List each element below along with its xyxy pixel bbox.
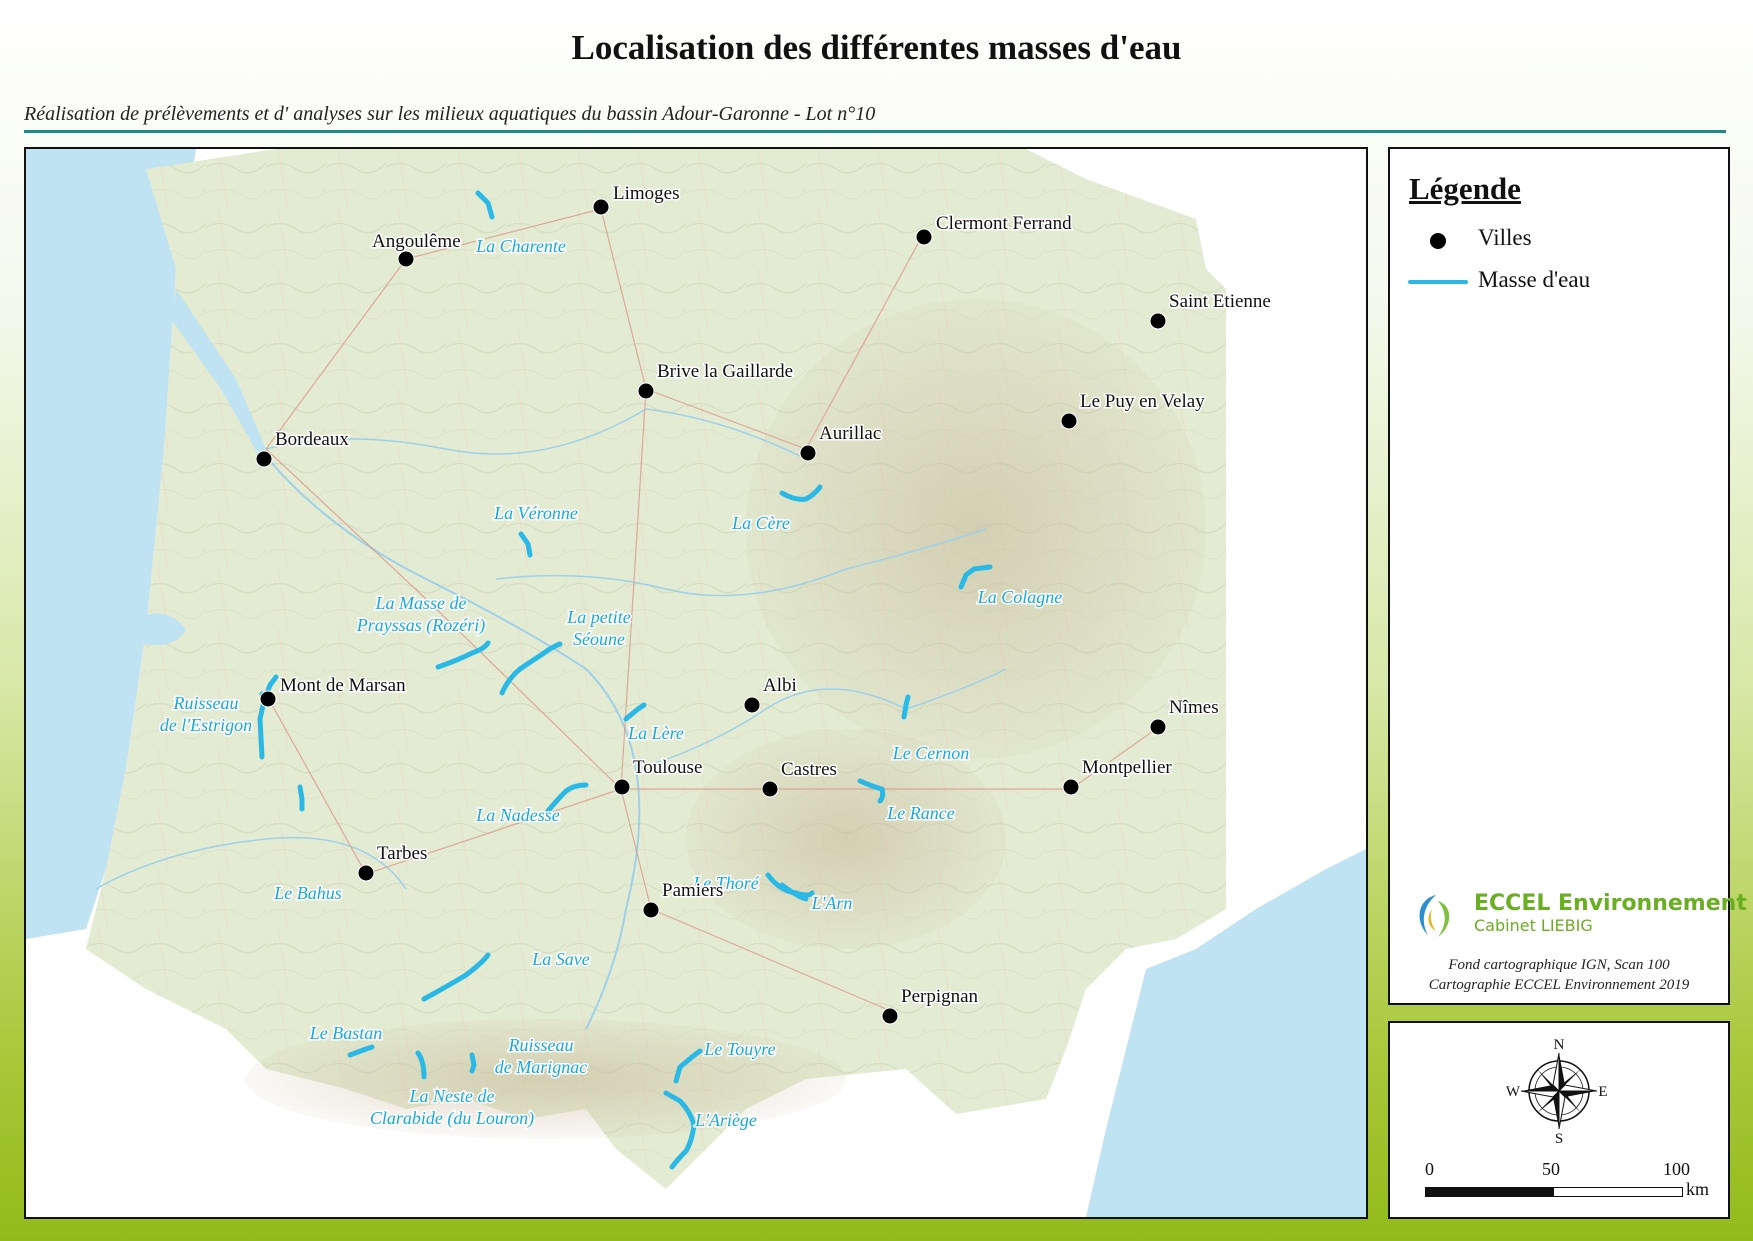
city-label-limoges: Limoges [613, 183, 680, 204]
water-body-label-la-cere: La Cère [731, 513, 790, 533]
water-body-label-l-arn: L'Arn [811, 893, 853, 913]
city-marker-toulouse [613, 778, 631, 796]
city-label-perpignan: Perpignan [901, 986, 979, 1007]
water-body-label-le-bastan: Le Bastan [309, 1023, 383, 1043]
city-label-montpellier: Montpellier [1082, 757, 1172, 778]
title-divider [24, 130, 1726, 133]
water-body-label-la-charente: La Charente [475, 236, 566, 256]
compass-west-label: W [1506, 1084, 1521, 1100]
water-body-label-l-ariege: L'Ariège [694, 1110, 757, 1130]
water-body-label-le-touyre: Le Touyre [703, 1039, 775, 1059]
compass-east-label: E [1598, 1084, 1607, 1100]
water-body-label-la-lere: La Lère [627, 723, 684, 743]
city-marker-brive-la-gaillarde [637, 382, 655, 400]
scale-label-0: 0 [1425, 1159, 1434, 1179]
credits-line-2: Cartographie ECCEL Environnement 2019 [1428, 977, 1690, 993]
city-label-le-puy-en-velay: Le Puy en Velay [1080, 391, 1205, 412]
city-marker-clermont-ferrand [915, 228, 933, 246]
city-marker-le-puy-en-velay [1060, 412, 1078, 430]
city-label-castres: Castres [781, 759, 837, 780]
map-title: Localisation des différentes masses d'ea… [571, 28, 1182, 67]
scale-unit: km [1686, 1179, 1710, 1199]
scale-label-50: 50 [1542, 1159, 1560, 1179]
city-marker-limoges [592, 198, 610, 216]
compass-north-label: N [1554, 1037, 1565, 1053]
legend-title: Légende [1409, 171, 1521, 206]
water-body-label-la-masse-de-prayssas-rozeri: La Masse de Prayssas (Rozéri) [356, 593, 486, 636]
city-label-angouleme: Angoulême [372, 231, 461, 252]
legend-water-label: Masse d'eau [1478, 267, 1591, 292]
city-marker-perpignan [881, 1007, 899, 1025]
compass-scale-panel: N S E W 0 50 100 km [1388, 1021, 1730, 1219]
city-marker-tarbes [357, 864, 375, 882]
legend-water-symbol [1408, 280, 1468, 284]
city-marker-montpellier [1062, 778, 1080, 796]
legend-cities-label: Villes [1478, 225, 1532, 250]
city-marker-nimes [1149, 718, 1167, 736]
water-body-label-la-veronne: La Véronne [493, 503, 578, 523]
city-label-tarbes: Tarbes [377, 843, 427, 864]
city-marker-angouleme [397, 250, 415, 268]
legend-panel: Légende Villes Masse d'eau ECCEL Environ… [1388, 147, 1747, 1005]
water-body-label-la-save: La Save [531, 949, 590, 969]
logo-subtitle: Cabinet LIEBIG [1474, 916, 1593, 935]
city-label-aurillac: Aurillac [819, 423, 881, 444]
scale-bar [1425, 1187, 1683, 1197]
city-label-clermont-ferrand: Clermont Ferrand [936, 213, 1072, 234]
city-label-nimes: Nîmes [1169, 697, 1219, 718]
compass-south-label: S [1555, 1131, 1563, 1147]
city-label-pamiers: Pamiers [662, 880, 723, 901]
compass-rose-icon: N S E W [1506, 1037, 1608, 1147]
map-subtitle: Réalisation de prélèvements et d' analys… [24, 103, 876, 125]
map-panel[interactable]: La Charente La Véronne La Cère La Colagne La… [24, 147, 1368, 1219]
city-label-toulouse: Toulouse [633, 757, 702, 778]
city-label-albi: Albi [763, 675, 797, 696]
city-marker-albi [743, 696, 761, 714]
water-body-label-le-rance: Le Rance [886, 803, 954, 823]
city-marker-bordeaux [255, 450, 273, 468]
eccel-logo: ECCEL Environnement Cabinet LIEBIG [1408, 891, 1747, 941]
city-label-bordeaux: Bordeaux [275, 429, 349, 450]
water-body-label-le-cernon: Le Cernon [892, 743, 970, 763]
city-label-mont-de-marsan: Mont de Marsan [280, 675, 406, 696]
water-body-label-la-colagne: La Colagne [977, 587, 1063, 607]
water-body-label-le-bahus: Le Bahus [273, 883, 342, 903]
map-canvas[interactable]: La Charente La Véronne La Cère La Colagne La… [26, 149, 1366, 1217]
eccel-logo-mark [1419, 895, 1450, 937]
city-label-brive-la-gaillarde: Brive la Gaillarde [657, 361, 793, 382]
city-marker-saint-etienne [1149, 312, 1167, 330]
logo-company-name: ECCEL Environnement [1474, 891, 1747, 916]
scale-label-100: 100 [1663, 1159, 1690, 1179]
legend-city-symbol [1430, 233, 1446, 249]
credits-line-1: Fond cartographique IGN, Scan 100 [1448, 957, 1670, 973]
city-marker-mont-de-marsan [259, 690, 277, 708]
city-marker-castres [761, 780, 779, 798]
city-label-saint-etienne: Saint Etienne [1169, 291, 1271, 312]
water-body-label-la-nadesse: La Nadesse [475, 805, 560, 825]
city-marker-aurillac [799, 444, 817, 462]
water-body-line-ruisseau-de-marignac[interactable] [469, 1052, 477, 1074]
water-body-line-le-bahus[interactable] [297, 784, 305, 812]
city-marker-pamiers [642, 901, 660, 919]
